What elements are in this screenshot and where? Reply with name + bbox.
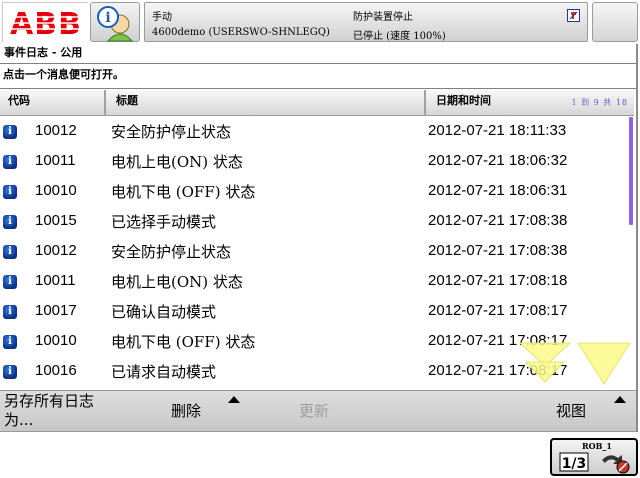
event-code: 10015 — [35, 212, 77, 229]
info-icon — [3, 365, 17, 379]
refresh-button[interactable]: 更新 — [270, 391, 370, 433]
abb-logo-text: ABB — [10, 7, 82, 42]
status-panel[interactable]: 手动 4600demo (USERSWO-SHNLEGQ) 防护装置停止 已停止… — [144, 2, 588, 42]
abb-logo[interactable]: ABB — [2, 2, 89, 43]
column-header-title-label: 标题 — [116, 94, 138, 107]
info-icon — [3, 125, 17, 139]
event-datetime: 2012-07-21 17:08:18 — [428, 272, 568, 289]
record-count: 1 到 9 共 18 — [571, 98, 628, 107]
view-button[interactable]: 视图 — [530, 391, 636, 433]
table-row[interactable]: 10012 安全防护停止状态 2012-07-21 17:08:38 — [0, 237, 626, 267]
taskbar — [0, 432, 640, 478]
event-title: 电机上电(ON) 状态 — [111, 153, 243, 171]
save-all-logs-label: 另存所有日志为... — [4, 392, 95, 429]
event-title: 安全防护停止状态 — [111, 243, 232, 261]
event-code: 10011 — [35, 152, 76, 169]
close-button[interactable] — [592, 2, 638, 42]
event-code: 10016 — [35, 362, 77, 379]
event-title: 电机下电 (OFF) 状态 — [111, 183, 256, 201]
hint-text: 点击一个消息便可打开。 — [0, 65, 636, 89]
event-title: 已请求自动模式 — [111, 363, 217, 381]
scrollbar-thumb[interactable] — [629, 117, 633, 225]
event-title: 已选择手动模式 — [111, 213, 217, 231]
table-row[interactable]: 10011 电机上电(ON) 状态 2012-07-21 18:06:32 — [0, 147, 626, 177]
table-header: 代码 标题 日期和时间 1 到 9 共 18 — [0, 90, 634, 116]
delete-label: 删除 — [171, 402, 202, 420]
svg-text:i: i — [105, 10, 110, 26]
view-label: 视图 — [556, 402, 587, 420]
top-header: ABB i 手动 4600demo (USERSWO-SHNLEGQ) 防护装置… — [0, 0, 640, 44]
info-person-icon: i — [97, 6, 134, 42]
scroll-arrows — [518, 340, 632, 386]
operating-mode: 手动 — [152, 12, 172, 23]
event-code: 10012 — [35, 122, 77, 139]
info-icon — [3, 335, 17, 349]
menu-up-caret-icon — [228, 396, 240, 403]
task-fraction: 1/3 — [562, 456, 587, 472]
command-bar: 另存所有日志为... 删除 更新 视图 — [0, 390, 636, 432]
info-icon — [3, 215, 17, 229]
info-icon — [3, 275, 17, 289]
column-header-title[interactable]: 标题 — [108, 90, 426, 116]
table-row[interactable]: 10011 电机上电(ON) 状态 2012-07-21 17:08:18 — [0, 267, 626, 297]
table-row[interactable]: 10012 安全防护停止状态 2012-07-21 18:11:33 — [0, 117, 626, 147]
event-datetime: 2012-07-21 17:08:38 — [428, 212, 568, 229]
event-code: 10012 — [35, 242, 77, 259]
jog-quickset-icon: 1/3 — [559, 452, 630, 474]
event-code: 10010 — [35, 182, 77, 199]
quickset-button[interactable]: ROB_1 1/3 — [550, 438, 638, 476]
column-header-code-label: 代码 — [8, 94, 30, 107]
page-down-icon[interactable] — [518, 342, 572, 383]
table-row[interactable]: 10015 已选择手动模式 2012-07-21 17:08:38 — [0, 207, 626, 237]
event-datetime: 2012-07-21 18:06:32 — [428, 152, 568, 169]
guard-status: 防护装置停止 — [353, 12, 413, 23]
event-datetime: 2012-07-21 17:08:17 — [428, 302, 568, 319]
info-icon — [3, 245, 17, 259]
event-datetime: 2012-07-21 17:08:38 — [428, 242, 568, 259]
info-icon — [3, 185, 17, 199]
info-icon — [3, 155, 17, 169]
event-title: 已确认自动模式 — [111, 303, 217, 321]
save-all-logs-button[interactable]: 另存所有日志为... — [0, 391, 150, 433]
window-title: 事件日志 - 公用 — [0, 44, 636, 64]
delete-button[interactable]: 删除 — [150, 391, 250, 433]
event-datetime: 2012-07-21 18:06:31 — [428, 182, 568, 199]
info-person-button[interactable]: i — [90, 2, 140, 42]
column-header-code[interactable]: 代码 — [0, 90, 106, 116]
menu-up-caret-icon — [614, 396, 626, 403]
event-code: 10017 — [35, 302, 77, 319]
scroll-down-icon[interactable] — [577, 342, 631, 385]
abb-logo-mark: ABB — [3, 3, 89, 43]
event-title: 电机上电(ON) 状态 — [111, 273, 243, 291]
window-border — [636, 44, 638, 474]
event-title: 安全防护停止状态 — [111, 123, 232, 141]
event-title: 电机下电 (OFF) 状态 — [111, 333, 256, 351]
event-datetime: 2012-07-21 18:11:33 — [428, 122, 567, 139]
refresh-label: 更新 — [299, 402, 330, 420]
event-code: 10011 — [35, 272, 76, 289]
event-code: 10010 — [35, 332, 77, 349]
system-name: 4600demo (USERSWO-SHNLEGQ) — [152, 27, 330, 38]
guard-status-icon — [567, 9, 580, 22]
column-header-datetime-label: 日期和时间 — [436, 94, 491, 107]
table-row[interactable]: 10010 电机下电 (OFF) 状态 2012-07-21 18:06:31 — [0, 177, 626, 207]
info-icon — [3, 305, 17, 319]
table-row[interactable]: 10017 已确认自动模式 2012-07-21 17:08:17 — [0, 297, 626, 327]
run-state: 已停止 (速度 100%) — [353, 31, 446, 42]
